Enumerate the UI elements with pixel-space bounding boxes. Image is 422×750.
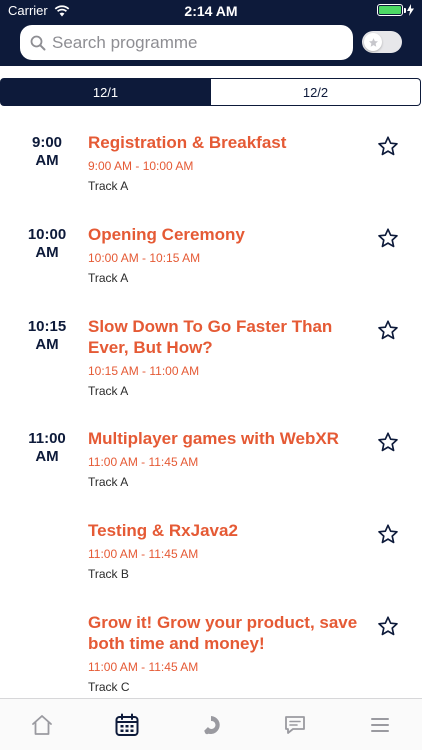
toggle-knob [364, 33, 382, 51]
favorite-star-icon[interactable] [377, 227, 399, 249]
session-row[interactable]: 9:00 AM Registration & Breakfast 9:00 AM… [0, 118, 422, 210]
search-box[interactable] [20, 25, 353, 60]
session-track: Track C [88, 680, 130, 694]
tab-day-2[interactable]: 12/2 [211, 78, 421, 106]
session-content: Registration & Breakfast 9:00 AM - 10:00… [88, 132, 368, 193]
favorite-star-icon[interactable] [377, 615, 399, 637]
session-title: Grow it! Grow your product, save both ti… [88, 613, 358, 653]
calendar-icon [115, 713, 139, 736]
tab-day-1[interactable]: 12/1 [0, 78, 211, 106]
session-track: Track A [88, 384, 129, 398]
session-range: 11:00 AM - 11:45 AM [88, 547, 199, 561]
session-title: Multiplayer games with WebXR [88, 429, 339, 448]
tab-home[interactable] [0, 699, 84, 750]
favorite-star-icon[interactable] [377, 431, 399, 453]
session-title: Slow Down To Go Faster Than Ever, But Ho… [88, 317, 333, 357]
session-title: Testing & RxJava2 [88, 521, 238, 540]
session-row[interactable]: 10:00 AM Opening Ceremony 10:00 AM - 10:… [0, 210, 422, 302]
session-title: Opening Ceremony [88, 225, 245, 244]
status-bar: Carrier 2:14 AM [0, 0, 422, 22]
session-track: Track A [88, 179, 129, 193]
session-content: Slow Down To Go Faster Than Ever, But Ho… [88, 316, 368, 398]
session-row[interactable]: Testing & RxJava2 11:00 AM - 11:45 AM Tr… [0, 506, 422, 598]
session-range: 11:00 AM - 11:45 AM [88, 660, 199, 674]
favorites-toggle[interactable] [362, 31, 402, 53]
session-track: Track A [88, 475, 129, 489]
session-range: 11:00 AM - 11:45 AM [88, 455, 199, 469]
header: Carrier 2:14 AM [0, 0, 422, 66]
session-range: 9:00 AM - 10:00 AM [88, 159, 194, 173]
date-tabs: 12/1 12/2 [0, 78, 422, 106]
session-content: Multiplayer games with WebXR 11:00 AM - … [88, 428, 368, 489]
charging-icon [407, 4, 414, 16]
session-row[interactable]: Grow it! Grow your product, save both ti… [0, 598, 422, 698]
session-content: Testing & RxJava2 11:00 AM - 11:45 AM Tr… [88, 520, 368, 581]
session-row[interactable]: 11:00 AM Multiplayer games with WebXR 11… [0, 414, 422, 506]
status-time: 2:14 AM [184, 3, 238, 19]
chat-icon [285, 715, 306, 734]
session-content: Opening Ceremony 10:00 AM - 10:15 AM Tra… [88, 224, 368, 285]
session-time: 9:00 AM [31, 134, 63, 169]
tab-messages[interactable] [253, 699, 337, 750]
session-time: 10:15 AM [27, 318, 67, 353]
star-icon [368, 37, 378, 47]
favorite-star-icon[interactable] [377, 319, 399, 341]
session-time: 11:00 AM [28, 430, 66, 465]
search-input[interactable] [52, 32, 332, 53]
tab-schedule[interactable] [84, 699, 168, 750]
search-icon [30, 35, 46, 50]
battery-icon [377, 4, 406, 16]
tab-logo[interactable] [169, 699, 253, 750]
session-track: Track B [88, 567, 129, 581]
session-list: 9:00 AM Registration & Breakfast 9:00 AM… [0, 118, 422, 698]
session-time: 10:00 AM [27, 226, 67, 261]
status-right [377, 4, 414, 16]
favorite-star-icon[interactable] [377, 523, 399, 545]
session-range: 10:15 AM - 11:00 AM [88, 364, 200, 378]
session-range: 10:00 AM - 10:15 AM [88, 251, 201, 265]
favorite-star-icon[interactable] [377, 135, 399, 157]
session-content: Grow it! Grow your product, save both ti… [88, 612, 368, 694]
menu-icon [370, 717, 389, 732]
tab-menu[interactable] [338, 699, 422, 750]
session-track: Track A [88, 271, 129, 285]
home-icon [32, 714, 53, 735]
tab-bar [0, 698, 422, 750]
session-title: Registration & Breakfast [88, 133, 287, 152]
logo-icon [204, 715, 220, 734]
session-row[interactable]: 10:15 AM Slow Down To Go Faster Than Eve… [0, 302, 422, 414]
